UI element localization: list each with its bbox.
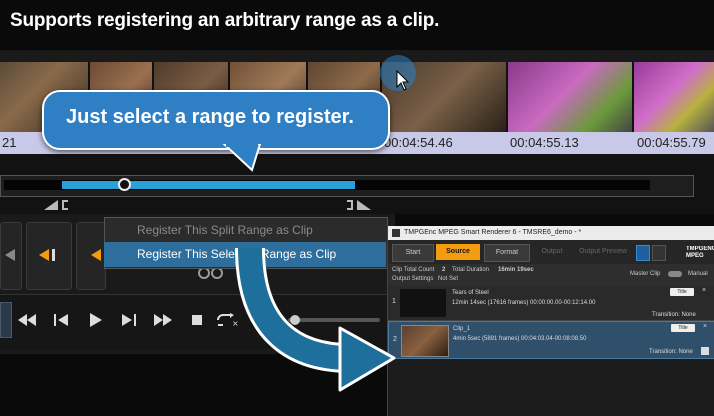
tab-output-preview[interactable]: Output Preview	[576, 244, 630, 260]
curved-arrow-icon	[235, 247, 396, 392]
headline: Supports registering an arbitrary range …	[10, 10, 440, 31]
range-start-marker-icon[interactable]	[44, 198, 72, 212]
tab-output[interactable]: Output	[532, 244, 572, 260]
manual-label: Manual	[688, 271, 708, 277]
step-back-icon[interactable]	[54, 314, 68, 326]
total-duration-value: 16min 19sec	[498, 267, 534, 273]
clip-card[interactable]: 1 Tears of Steel 12min 14sec (17616 fram…	[388, 286, 714, 321]
undo-button[interactable]	[636, 245, 650, 261]
window-titlebar[interactable]: TMPGEnc MPEG Smart Renderer 6 - TMSRE6_d…	[388, 226, 714, 240]
stop-icon[interactable]	[192, 315, 202, 325]
clip-details: 12min 14sec (17616 frames) 00:00:00.00-0…	[452, 300, 596, 306]
thumbnail	[634, 62, 714, 132]
close-icon[interactable]: ×	[703, 323, 707, 330]
clip-count-value: 2	[442, 267, 446, 273]
master-clip-label: Master Clip	[630, 271, 661, 277]
transition-dropdown-icon[interactable]	[701, 347, 709, 355]
play-icon[interactable]	[90, 313, 102, 327]
clip-details: 4min 5sec (5891 frames) 00:04:03.04-00:0…	[453, 336, 587, 342]
selected-range[interactable]	[62, 181, 355, 189]
prev-split-button[interactable]	[0, 222, 22, 290]
master-clip-toggle[interactable]	[668, 271, 682, 277]
app-logo-icon	[392, 229, 400, 237]
brand-logo: TMPGENC MPEG	[686, 246, 714, 259]
thumbnail	[508, 62, 634, 132]
time-display	[0, 302, 12, 338]
set-end-button[interactable]	[76, 222, 106, 290]
callout-tail	[222, 144, 262, 172]
playhead-knob[interactable]	[118, 178, 131, 191]
timecode-label: 00:04:55.79	[637, 135, 706, 150]
clip-transition: Transition: None	[652, 312, 696, 318]
total-duration-label: Total Duration	[452, 267, 490, 273]
title-button[interactable]: Title	[671, 324, 695, 332]
output-settings-value: Not Set	[438, 276, 459, 282]
callout-text: Just select a range to register.	[66, 106, 354, 128]
mark-out-icon	[91, 249, 101, 261]
rewind-icon[interactable]	[18, 314, 36, 326]
clip-name: Clip_1	[453, 326, 471, 332]
set-start-button[interactable]	[26, 222, 72, 290]
mouse-cursor-icon	[396, 70, 410, 91]
tab-format[interactable]: Format	[484, 244, 530, 262]
tab-source[interactable]: Source	[436, 244, 480, 260]
clip-thumbnail	[401, 325, 449, 357]
redo-button[interactable]	[652, 245, 666, 261]
timecode-label: 00:04:55.13	[510, 135, 579, 150]
fast-forward-icon[interactable]	[154, 314, 172, 326]
menu-item-label: Register This Split Range as Clip	[137, 223, 313, 237]
clip-info-bar: Clip Total Count 2 Total Duration 16min …	[388, 264, 714, 286]
step-forward-icon[interactable]	[122, 314, 136, 326]
title-button[interactable]: Title	[670, 288, 694, 296]
clip-thumbnail	[400, 289, 446, 317]
range-end-marker-icon[interactable]	[345, 198, 373, 212]
clip-transition: Transition: None	[649, 349, 693, 355]
window-title: TMPGEnc MPEG Smart Renderer 6 - TMSRE6_d…	[404, 229, 582, 236]
timecode-label: 21	[2, 135, 17, 150]
mark-in-icon	[39, 249, 55, 261]
clip-name: Tears of Steel	[452, 290, 489, 296]
close-icon[interactable]: ×	[702, 287, 706, 294]
arrow-left-icon	[5, 249, 15, 261]
timecode-label: 00:04:54.46	[384, 135, 453, 150]
clip-card-selected[interactable]: 2 Clip_1 4min 5sec (5891 frames) 00:04:0…	[388, 321, 714, 359]
